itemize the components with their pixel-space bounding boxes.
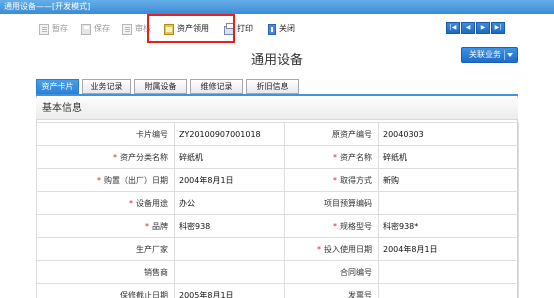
relate-business-button[interactable]: 关联业务	[461, 47, 518, 63]
field-value[interactable]: 2004年8月1日	[378, 237, 519, 261]
field-value[interactable]: 2004年8月1日	[174, 168, 285, 192]
button-separator	[504, 50, 505, 60]
field-label-text: 取得方式	[340, 175, 372, 185]
field-label-text: 原资产编号	[332, 129, 372, 139]
required-marker: *	[129, 198, 133, 208]
section-header: 基本信息	[36, 98, 518, 120]
field-label: * 投入使用日期	[284, 237, 379, 261]
field-label: 卡片编号	[36, 122, 175, 146]
close-label: 关闭	[279, 24, 295, 33]
field-value[interactable]: 20040303	[378, 122, 519, 146]
field-label: 项目预算编码	[284, 191, 379, 215]
prev-record-button[interactable]: ◀	[461, 22, 475, 34]
field-value[interactable]	[378, 260, 519, 284]
basic-info-form: 卡片编号 ZY20100907001018 原资产编号 20040303 * 资产分类名称…	[36, 122, 519, 298]
field-label: 销售商	[36, 260, 175, 284]
field-label: * 资产分类名称	[36, 145, 175, 169]
audit-icon	[122, 23, 132, 35]
field-value[interactable]	[174, 237, 285, 261]
field-label-text: 品牌	[152, 221, 168, 231]
relate-business-label: 关联业务	[469, 50, 501, 59]
pause-button[interactable]: 暂存	[39, 21, 68, 37]
form-row: * 资产分类名称 碎纸机 * 资产名称 碎纸机	[36, 145, 519, 169]
required-marker: *	[333, 175, 337, 185]
field-label-text: 项目预算编码	[324, 198, 372, 208]
field-label: 合同编号	[284, 260, 379, 284]
print-label: 打印	[237, 24, 253, 33]
field-value[interactable]: 科密938	[174, 214, 285, 238]
field-label-text: 销售商	[144, 267, 168, 277]
tab-bar: 资产卡片 业务记录 附属设备 维修记录 折旧信息	[36, 79, 302, 94]
last-record-button[interactable]: ▶|	[491, 22, 505, 34]
window-titlebar: 通用设备——[开发模式]	[0, 0, 554, 14]
tab-business-records[interactable]: 业务记录	[82, 79, 131, 94]
form-row: 卡片编号 ZY20100907001018 原资产编号 20040303	[36, 122, 519, 146]
save-button[interactable]: 保存	[81, 21, 110, 37]
required-marker: *	[333, 152, 337, 162]
field-label-text: 保修截止日期	[120, 290, 168, 298]
form-row: * 品牌 科密938 * 规格型号 科密938*	[36, 214, 519, 238]
field-label-text: 投入使用日期	[324, 244, 372, 254]
field-label-text: 资产名称	[340, 152, 372, 162]
field-value[interactable]	[378, 283, 519, 298]
pause-icon	[39, 23, 49, 35]
field-label-text: 生产厂家	[136, 244, 168, 254]
tab-attached-equipment[interactable]: 附属设备	[134, 79, 187, 94]
form-row: * 购置（出厂）日期 2004年8月1日 * 取得方式 新购	[36, 168, 519, 192]
form-row: * 设备用途 办公 项目预算编码	[36, 191, 519, 215]
field-label-text: 资产分类名称	[120, 152, 168, 162]
section-title: 基本信息	[42, 103, 82, 114]
close-icon	[268, 23, 276, 35]
pause-label: 暂存	[52, 24, 68, 33]
form-row: 销售商 合同编号	[36, 260, 519, 284]
form-body: 卡片编号 ZY20100907001018 原资产编号 20040303 * 资产分类名称…	[36, 122, 519, 298]
next-record-button[interactable]: ▶	[476, 22, 490, 34]
first-record-button[interactable]: |◀	[446, 22, 460, 34]
field-label: 发票号	[284, 283, 379, 298]
field-label: 生产厂家	[36, 237, 175, 261]
field-label-text: 合同编号	[340, 267, 372, 277]
highlight-box	[147, 14, 235, 43]
field-value[interactable]	[378, 191, 519, 215]
field-value[interactable]: 碎纸机	[174, 145, 285, 169]
required-marker: *	[97, 175, 101, 185]
field-label-text: 购置（出厂）日期	[104, 175, 168, 185]
window-title: 通用设备——[开发模式]	[4, 2, 91, 11]
field-label: * 资产名称	[284, 145, 379, 169]
field-value[interactable]	[174, 260, 285, 284]
field-value[interactable]: 科密938*	[378, 214, 519, 238]
field-label: * 购置（出厂）日期	[36, 168, 175, 192]
field-label: 原资产编号	[284, 122, 379, 146]
field-label-text: 规格型号	[340, 221, 372, 231]
field-label: * 取得方式	[284, 168, 379, 192]
save-label: 保存	[94, 24, 110, 33]
field-label-text: 发票号	[348, 290, 372, 298]
required-marker: *	[317, 244, 321, 254]
field-value[interactable]: 办公	[174, 191, 285, 215]
tab-repair-records[interactable]: 维修记录	[190, 79, 243, 94]
tab-asset-card[interactable]: 资产卡片	[36, 79, 79, 94]
field-label: 保修截止日期	[36, 283, 175, 298]
chevron-down-icon	[507, 53, 513, 57]
field-value[interactable]: ZY20100907001018	[174, 122, 285, 146]
field-label: * 品牌	[36, 214, 175, 238]
field-label-text: 设备用途	[136, 198, 168, 208]
form-row: 保修截止日期 2005年8月1日 发票号	[36, 283, 519, 298]
required-marker: *	[113, 152, 117, 162]
form-row: 生产厂家 * 投入使用日期 2004年8月1日	[36, 237, 519, 261]
record-navigation: |◀ ◀ ▶ ▶|	[446, 22, 505, 34]
close-button[interactable]: 关闭	[268, 21, 295, 37]
field-label: * 设备用途	[36, 191, 175, 215]
required-marker: *	[145, 221, 149, 231]
field-value[interactable]: 碎纸机	[378, 145, 519, 169]
field-label-text: 卡片编号	[136, 129, 168, 139]
save-icon	[81, 23, 91, 35]
tab-depreciation-info[interactable]: 折旧信息	[246, 79, 299, 94]
field-value[interactable]: 2005年8月1日	[174, 283, 285, 298]
required-marker: *	[333, 221, 337, 231]
field-value[interactable]: 新购	[378, 168, 519, 192]
field-label: * 规格型号	[284, 214, 379, 238]
